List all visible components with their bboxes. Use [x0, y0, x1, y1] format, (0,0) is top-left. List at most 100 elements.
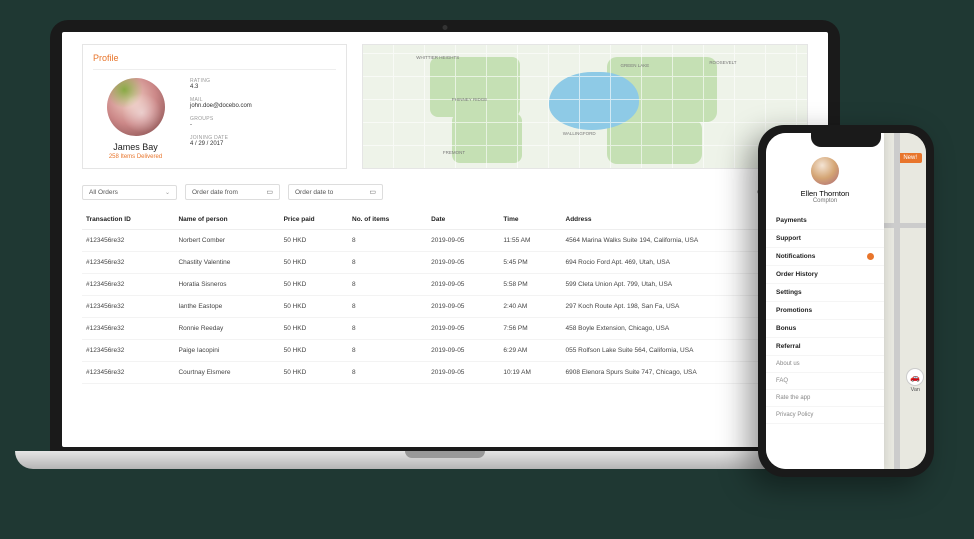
app-screen: Profile James Bay 258 Items Delivered RA… [62, 32, 828, 447]
table-cell: Paige Iacopini [174, 340, 279, 362]
table-cell: #123456re32 [82, 362, 174, 384]
table-row[interactable]: #123456re32Ianthe Eastope50 HKD82019-09-… [82, 296, 808, 318]
phone-menu-item[interactable]: Bonus [766, 320, 884, 338]
table-cell: 2019-09-05 [427, 362, 499, 384]
table-cell: 50 HKD [280, 274, 348, 296]
table-row[interactable]: #123456re32Horatia Sisneros50 HKD82019-0… [82, 274, 808, 296]
phone-menu-item[interactable]: Payments [766, 212, 884, 230]
table-header[interactable]: Name of person [174, 210, 279, 230]
profile-title: Profile [93, 53, 336, 70]
table-cell: 5:45 PM [499, 252, 561, 274]
phone-notch [811, 133, 881, 147]
table-cell: 8 [348, 274, 427, 296]
table-cell: 2019-09-05 [427, 274, 499, 296]
car-icon: 🚗 [906, 368, 924, 386]
table-cell: 7:56 PM [499, 318, 561, 340]
table-cell: Courtnay Elsmere [174, 362, 279, 384]
notification-badge-icon [867, 253, 874, 260]
profile-stat: 258 Items Delivered [93, 154, 178, 160]
table-header[interactable]: Date [427, 210, 499, 230]
date-from-input[interactable]: Order date from▭ [185, 184, 280, 200]
table-cell: 50 HKD [280, 230, 348, 252]
table-row[interactable]: #123456re32Norbert Comber50 HKD82019-09-… [82, 230, 808, 252]
table-cell: #123456re32 [82, 252, 174, 274]
date-to-input[interactable]: Order date to▭ [288, 184, 383, 200]
phone-user-location: Compton [766, 198, 884, 204]
table-cell: 11:55 AM [499, 230, 561, 252]
phone-menu-item[interactable]: Promotions [766, 302, 884, 320]
phone-user-name: Ellen Thornton [766, 189, 884, 198]
phone-map[interactable]: New! 🚗 Van [884, 133, 926, 469]
table-cell: 10:19 AM [499, 362, 561, 384]
orders-filter-select[interactable]: All Orders⌄ [82, 185, 177, 200]
calendar-icon: ▭ [369, 188, 376, 196]
table-cell: 8 [348, 252, 427, 274]
phone-submenu-item[interactable]: FAQ [766, 373, 884, 390]
table-cell: #123456re32 [82, 340, 174, 362]
table-cell: 8 [348, 318, 427, 340]
rating-value: 4.3 [190, 84, 336, 90]
avatar[interactable] [107, 78, 165, 136]
table-cell: Ronnie Reeday [174, 318, 279, 340]
calendar-icon: ▭ [266, 188, 273, 196]
table-row[interactable]: #123456re32Chastity Valentine50 HKD82019… [82, 252, 808, 274]
new-button[interactable]: New! [898, 153, 922, 163]
table-cell: 50 HKD [280, 252, 348, 274]
groups-value: - [190, 122, 336, 128]
table-cell: Ianthe Eastope [174, 296, 279, 318]
table-cell: #123456re32 [82, 296, 174, 318]
table-cell: 50 HKD [280, 318, 348, 340]
table-cell: 6:29 AM [499, 340, 561, 362]
table-cell: 2019-09-05 [427, 230, 499, 252]
laptop-frame: Profile James Bay 258 Items Delivered RA… [50, 20, 840, 469]
map-label: GREEN LAKE [621, 63, 650, 68]
vehicle-label: Van [911, 387, 920, 393]
table-row[interactable]: #123456re32Ronnie Reeday50 HKD82019-09-0… [82, 318, 808, 340]
phone-menu: Ellen Thornton Compton PaymentsSupportNo… [766, 133, 884, 469]
table-cell: Norbert Comber [174, 230, 279, 252]
table-header[interactable]: No. of items [348, 210, 427, 230]
phone-menu-item[interactable]: Order History [766, 266, 884, 284]
camera-icon [443, 25, 448, 30]
table-header[interactable]: Price paid [280, 210, 348, 230]
table-cell: 8 [348, 230, 427, 252]
table-cell: 2019-09-05 [427, 340, 499, 362]
table-header[interactable]: Time [499, 210, 561, 230]
table-cell: #123456re32 [82, 318, 174, 340]
map-label: ROOSEVELT [709, 60, 736, 65]
table-cell: 2:40 AM [499, 296, 561, 318]
table-cell: 50 HKD [280, 340, 348, 362]
map-label: PHINNEY RIDGE [452, 97, 487, 102]
table-cell: #123456re32 [82, 274, 174, 296]
table-cell: 2019-09-05 [427, 318, 499, 340]
table-cell: 8 [348, 296, 427, 318]
map-card[interactable]: WHITTIER HEIGHTS PHINNEY RIDGE GREEN LAK… [362, 44, 808, 169]
table-cell: 8 [348, 340, 427, 362]
phone-submenu-item[interactable]: Rate the app [766, 390, 884, 407]
phone-submenu-item[interactable]: About us [766, 356, 884, 373]
table-cell: 5:58 PM [499, 274, 561, 296]
map-label: WALLINGFORD [563, 131, 596, 136]
mail-value: john.doe@docebo.com [190, 103, 336, 109]
table-cell: 2019-09-05 [427, 296, 499, 318]
phone-menu-item[interactable]: Referral [766, 338, 884, 356]
phone-menu-item[interactable]: Notifications [766, 248, 884, 266]
chevron-down-icon: ⌄ [165, 189, 170, 196]
table-cell: 50 HKD [280, 296, 348, 318]
profile-card: Profile James Bay 258 Items Delivered RA… [82, 44, 347, 169]
phone-menu-item[interactable]: Settings [766, 284, 884, 302]
table-cell: #123456re32 [82, 230, 174, 252]
table-cell: 2019-09-05 [427, 252, 499, 274]
phone-menu-item[interactable]: Support [766, 230, 884, 248]
table-row[interactable]: #123456re32Courtnay Elsmere50 HKD82019-0… [82, 362, 808, 384]
map-label: FREMONT [443, 150, 465, 155]
profile-name: James Bay [93, 142, 178, 152]
phone-avatar[interactable] [811, 157, 839, 185]
phone-frame: Ellen Thornton Compton PaymentsSupportNo… [758, 125, 934, 477]
map-label: WHITTIER HEIGHTS [416, 55, 459, 60]
table-header[interactable]: Transaction ID [82, 210, 174, 230]
table-row[interactable]: #123456re32Paige Iacopini50 HKD82019-09-… [82, 340, 808, 362]
phone-submenu-item[interactable]: Privacy Policy [766, 407, 884, 424]
table-cell: 50 HKD [280, 362, 348, 384]
table-cell: 8 [348, 362, 427, 384]
